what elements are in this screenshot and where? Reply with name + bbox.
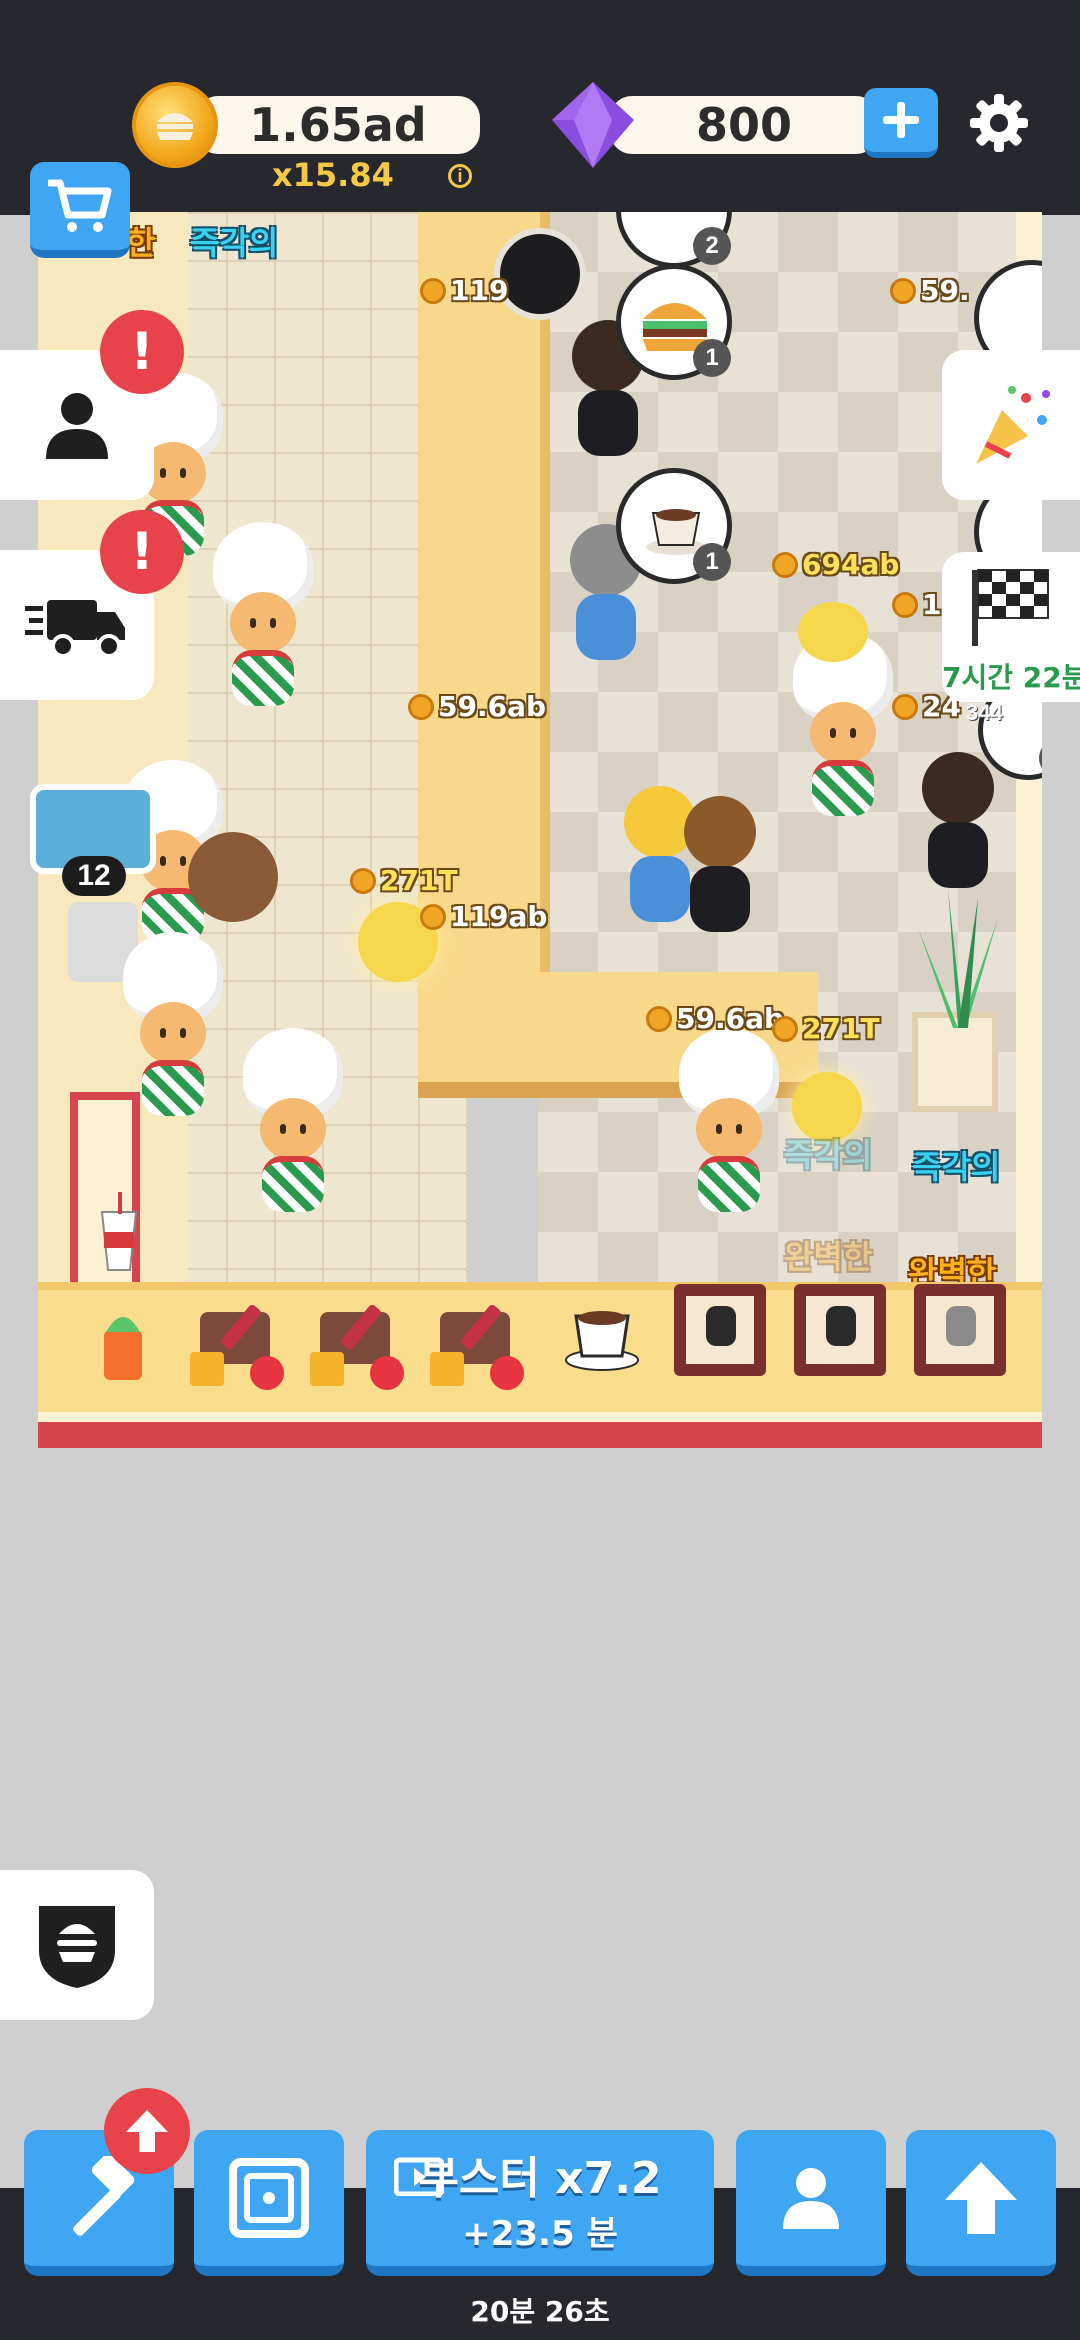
- coin-burst: [798, 602, 868, 662]
- booster-timer: 20분 26초: [470, 2295, 610, 2328]
- party-event-button[interactable]: [942, 350, 1080, 500]
- toolbox-button[interactable]: 12: [22, 766, 164, 896]
- burger-station[interactable]: [430, 1302, 530, 1392]
- earning-label: 59.6ab: [408, 690, 546, 723]
- perk-tag: 한: [126, 224, 156, 262]
- earning-label: 59.6ab: [646, 1002, 784, 1035]
- order-count: 2: [693, 227, 731, 265]
- event-score: 344: [966, 700, 1003, 725]
- earning-label: 271T: [772, 1012, 880, 1045]
- add-gems-button[interactable]: [864, 88, 938, 158]
- restaurant-scene[interactable]: 1 1 2 3 1 2 119 59. 694ab 1 59.6ab 271: [38, 212, 1042, 1448]
- alert-badge: !: [100, 310, 184, 394]
- upgrade-button[interactable]: [906, 2130, 1056, 2276]
- plus-icon: [883, 102, 919, 138]
- gem-amount: 800: [695, 98, 793, 152]
- burger-icon: [157, 113, 193, 140]
- earning-label: 694ab: [772, 548, 899, 581]
- settings-gear-icon[interactable]: [968, 92, 1030, 154]
- arrow-up-icon: [126, 2110, 168, 2152]
- plant-icon: [918, 888, 998, 1028]
- earning-label: 1: [892, 588, 941, 621]
- order-bubble-burger: 1: [616, 264, 732, 380]
- booster-button[interactable]: 부스터 x7.2 +23.5 분: [366, 2130, 714, 2276]
- grill-station[interactable]: [674, 1284, 766, 1376]
- person-icon: [46, 393, 108, 459]
- arrow-up-icon: [945, 2162, 1017, 2234]
- burger-station[interactable]: [310, 1302, 410, 1392]
- order-count: 2: [1039, 739, 1042, 777]
- wrap-icon: [104, 1317, 142, 1380]
- chef[interactable]: [118, 932, 228, 1132]
- order-count: 1: [693, 543, 731, 581]
- party-popper-icon: [976, 386, 1050, 464]
- vault-button[interactable]: [194, 2130, 344, 2276]
- order-bubble-coffee: 1: [616, 468, 732, 584]
- booster-duration: +23.5 분: [462, 2213, 618, 2254]
- chef[interactable]: [208, 522, 318, 722]
- safe-icon: [229, 2158, 309, 2238]
- coin-balance: 1.65ad: [196, 96, 480, 154]
- income-multiplier: x15.84: [272, 156, 394, 194]
- person-icon: [783, 2168, 839, 2229]
- toolbox-count: 12: [62, 856, 126, 896]
- video-ad-icon: [394, 2157, 444, 2196]
- burger-menu-button[interactable]: [0, 1870, 154, 2020]
- soda-icon: [100, 1192, 138, 1271]
- order-count: 1: [693, 339, 731, 377]
- earning-label: 119: [420, 274, 508, 307]
- cart-icon: [48, 179, 112, 232]
- shop-cart-button[interactable]: [30, 162, 130, 258]
- perk-tag: 즉각의: [190, 224, 279, 262]
- chef[interactable]: [788, 632, 898, 832]
- alert-badge: !: [100, 510, 184, 594]
- booster-multiplier: 부스터 x7.2: [418, 2152, 662, 2204]
- earning-label: 271T: [350, 864, 458, 897]
- earning-label: 59.: [890, 274, 970, 307]
- customer[interactable]: [680, 796, 760, 946]
- checkered-flag-icon: [972, 569, 1049, 646]
- perk-tag: 즉각의: [784, 1136, 873, 1174]
- perk-tag: 완벽한: [784, 1238, 873, 1276]
- grill-station[interactable]: [914, 1284, 1006, 1376]
- profile-button[interactable]: [736, 2130, 886, 2276]
- burger-shield-icon: [39, 1906, 115, 1988]
- prep-counter: [38, 1282, 1042, 1420]
- delivery-truck-icon: [25, 600, 125, 658]
- booster-label: 부스터 x7.2 +23.5 분: [418, 2142, 661, 2255]
- counter-base: [38, 1412, 1042, 1448]
- coin-icon: [132, 82, 218, 168]
- service-counter: [418, 212, 550, 972]
- event-timer: 7시간 22분: [942, 661, 1080, 694]
- chef[interactable]: [674, 1028, 784, 1228]
- gem-balance: 800: [610, 96, 878, 154]
- upgrade-alert-badge: [104, 2088, 190, 2174]
- earning-label: 119ab: [420, 900, 547, 933]
- perk-tag: 즉각의: [912, 1148, 1001, 1186]
- manager-character[interactable]: [188, 832, 278, 922]
- info-icon[interactable]: i: [448, 164, 472, 188]
- coin-amount: 1.65ad: [249, 98, 427, 152]
- gem-icon: [552, 82, 634, 168]
- chef[interactable]: [238, 1028, 348, 1228]
- coffee-station-icon[interactable]: [562, 1302, 642, 1372]
- grill-station[interactable]: [794, 1284, 886, 1376]
- burger-station[interactable]: [190, 1302, 290, 1392]
